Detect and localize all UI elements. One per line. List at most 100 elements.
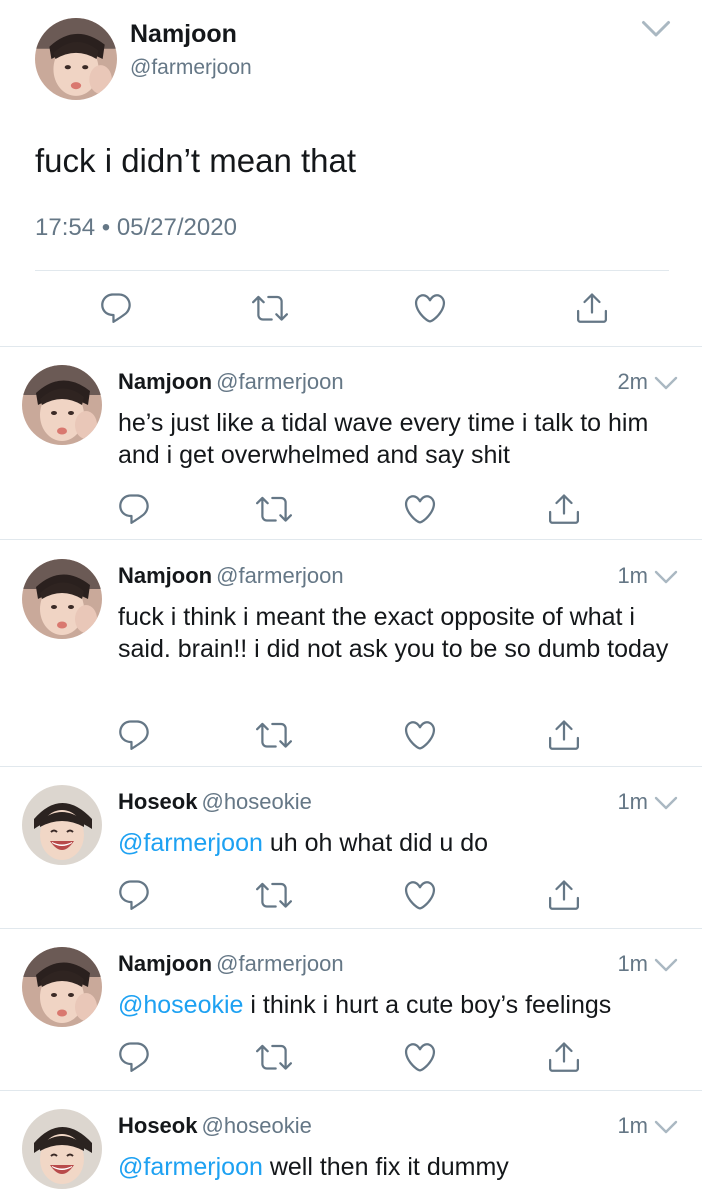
retweet-icon: [256, 1039, 292, 1075]
namjoon-avatar-icon: [22, 365, 102, 445]
share-icon: [546, 1039, 582, 1075]
reply-actions: [0, 491, 702, 527]
reply-body: he’s just like a tidal wave every time i…: [118, 409, 649, 469]
reply-icon: [116, 491, 152, 527]
reply-header: Namjoon @farmerjoon: [118, 563, 344, 589]
reply-button[interactable]: [98, 290, 134, 326]
separator: [0, 539, 702, 540]
avatar[interactable]: [35, 18, 117, 100]
author-handle[interactable]: @farmerjoon: [216, 563, 344, 588]
retweet-button[interactable]: [256, 717, 292, 753]
chevron-down-icon[interactable]: [641, 20, 671, 40]
author-name[interactable]: Hoseok: [118, 1113, 197, 1138]
chevron-down-icon[interactable]: [654, 796, 678, 812]
like-button[interactable]: [402, 491, 438, 527]
share-button[interactable]: [574, 290, 610, 326]
reply-button[interactable]: [116, 717, 152, 753]
hoseok-avatar-icon: [22, 1109, 102, 1189]
avatar[interactable]: [22, 1109, 102, 1189]
like-button[interactable]: [412, 290, 448, 326]
avatar[interactable]: [22, 559, 102, 639]
retweet-button[interactable]: [256, 877, 292, 913]
reply-tweet[interactable]: Namjoon @farmerjoon 1m @hoseokie i think …: [0, 929, 702, 1090]
retweet-icon: [256, 491, 292, 527]
reply-button[interactable]: [116, 491, 152, 527]
like-button[interactable]: [402, 717, 438, 753]
reply-tweet[interactable]: Hoseok @hoseokie 1m @farmerjoon well then…: [0, 1091, 702, 1200]
reply-header: Hoseok @hoseokie: [118, 1113, 312, 1139]
avatar[interactable]: [22, 947, 102, 1027]
share-button[interactable]: [546, 491, 582, 527]
chevron-down-icon[interactable]: [654, 376, 678, 392]
retweet-button[interactable]: [252, 290, 288, 326]
reply-text: @farmerjoon uh oh what did u do: [118, 827, 678, 859]
author-handle[interactable]: @hoseokie: [201, 1113, 311, 1138]
main-tweet: Namjoon @farmerjoon fuck i didn’t mean t…: [0, 0, 702, 347]
heart-icon: [402, 1039, 438, 1075]
reply-tweet[interactable]: Hoseok @hoseokie 1m @farmerjoon uh oh wha…: [0, 767, 702, 928]
mention-link[interactable]: @farmerjoon: [118, 829, 263, 857]
reply-header: Hoseok @hoseokie: [118, 789, 312, 815]
reply-text: @hoseokie i think i hurt a cute boy’s fe…: [118, 989, 678, 1021]
chevron-down-icon[interactable]: [654, 570, 678, 586]
reply-body: uh oh what did u do: [262, 829, 489, 857]
reply-body: well then fix it dummy: [262, 1153, 509, 1181]
share-button[interactable]: [546, 877, 582, 913]
reply-button[interactable]: [116, 1039, 152, 1075]
reply-icon: [98, 290, 134, 326]
reply-text: he’s just like a tidal wave every time i…: [118, 407, 678, 471]
share-icon: [546, 491, 582, 527]
author-name[interactable]: Namjoon: [130, 20, 237, 49]
mention-link[interactable]: @farmerjoon: [118, 1153, 263, 1181]
reply-tweet[interactable]: Namjoon @farmerjoon 2m he’s just like a t…: [0, 347, 702, 539]
reply-text: fuck i think i meant the exact opposite …: [118, 601, 678, 665]
retweet-icon: [256, 717, 292, 753]
heart-icon: [402, 877, 438, 913]
like-button[interactable]: [402, 877, 438, 913]
chevron-down-icon[interactable]: [654, 1120, 678, 1136]
author-handle[interactable]: @farmerjoon: [216, 369, 344, 394]
reply-icon: [116, 1039, 152, 1075]
author-name[interactable]: Hoseok: [118, 789, 197, 814]
reply-actions: [0, 877, 702, 913]
namjoon-avatar-icon: [22, 947, 102, 1027]
avatar[interactable]: [22, 785, 102, 865]
reply-time: 1m: [617, 789, 648, 814]
chevron-down-icon[interactable]: [654, 958, 678, 974]
mention-link[interactable]: @hoseokie: [118, 991, 243, 1019]
heart-icon: [412, 290, 448, 326]
reply-header: Namjoon @farmerjoon: [118, 369, 344, 395]
like-button[interactable]: [402, 1039, 438, 1075]
reply-time: 2m: [617, 369, 648, 394]
author-name[interactable]: Namjoon: [118, 951, 212, 976]
reply-actions: [0, 717, 702, 753]
author-handle[interactable]: @farmerjoon: [130, 56, 252, 80]
author-name[interactable]: Namjoon: [118, 563, 212, 588]
reply-header: Namjoon @farmerjoon: [118, 951, 344, 977]
share-button[interactable]: [546, 717, 582, 753]
reply-time: 1m: [617, 951, 648, 976]
retweet-button[interactable]: [256, 1039, 292, 1075]
reply-button[interactable]: [116, 877, 152, 913]
share-icon: [546, 717, 582, 753]
reply-actions: [0, 1039, 702, 1075]
retweet-button[interactable]: [256, 491, 292, 527]
namjoon-avatar-icon: [35, 18, 117, 100]
tweet-text: fuck i didn’t mean that: [35, 142, 357, 179]
reply-icon: [116, 877, 152, 913]
reply-body: i think i hurt a cute boy’s feelings: [243, 991, 612, 1019]
author-handle[interactable]: @hoseokie: [201, 789, 311, 814]
tweet-time: 17:54: [35, 214, 96, 241]
reply-tweet[interactable]: Namjoon @farmerjoon 1m fuck i think i mea…: [0, 541, 702, 766]
avatar[interactable]: [22, 365, 102, 445]
share-button[interactable]: [546, 1039, 582, 1075]
divider: [35, 270, 669, 271]
retweet-icon: [256, 877, 292, 913]
author-name[interactable]: Namjoon: [118, 369, 212, 394]
reply-text: @farmerjoon well then fix it dummy: [118, 1151, 678, 1183]
reply-body: fuck i think i meant the exact opposite …: [118, 603, 669, 663]
meta-dot: •: [101, 214, 117, 241]
share-icon: [574, 290, 610, 326]
author-handle[interactable]: @farmerjoon: [216, 951, 344, 976]
reply-time: 1m: [617, 1113, 648, 1138]
